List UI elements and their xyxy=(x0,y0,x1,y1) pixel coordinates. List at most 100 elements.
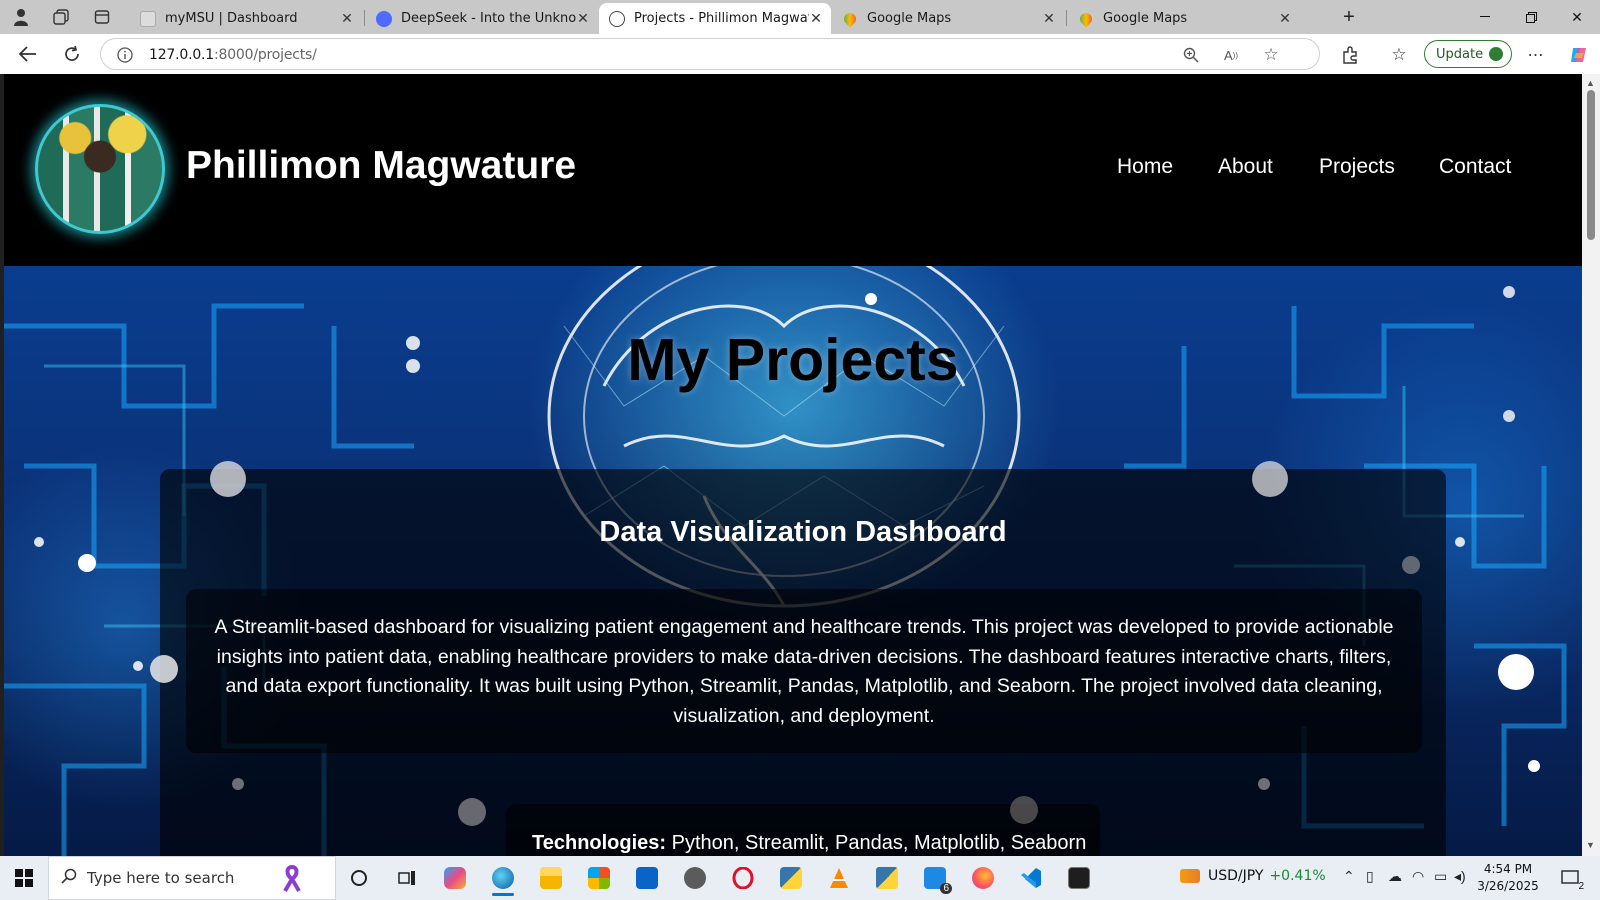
phone-link-icon[interactable]: ▯ xyxy=(1366,868,1374,885)
project-description: A Streamlit-based dashboard for visualiz… xyxy=(214,616,1394,727)
refresh-icon[interactable] xyxy=(58,42,86,66)
project-card: Data Visualization Dashboard A Streamlit… xyxy=(160,469,1446,856)
profile-icon[interactable] xyxy=(10,6,32,28)
tab-title: DeepSeek - Into the Unknown xyxy=(401,11,576,26)
clock-date: 3/26/2025 xyxy=(1477,879,1539,893)
vlc-icon[interactable] xyxy=(822,862,856,894)
technologies-value: Python, Streamlit, Pandas, Matplotlib, S… xyxy=(666,832,1087,854)
nav-link-projects[interactable]: Projects xyxy=(1319,155,1395,179)
mail-app-icon[interactable]: 6 xyxy=(918,862,952,894)
tab-mymsu[interactable]: myMSU | Dashboard ✕ xyxy=(130,3,362,34)
notification-count: 2 xyxy=(1578,881,1584,892)
system-clock[interactable]: 4:54 PM 3/26/2025 xyxy=(1472,861,1544,895)
battery-icon[interactable]: ▭ xyxy=(1434,868,1447,885)
favorite-star-icon[interactable]: ☆ xyxy=(1261,45,1281,65)
tab-projects[interactable]: Projects - Phillimon Magwature ✕ xyxy=(599,3,831,34)
nav-link-contact[interactable]: Contact xyxy=(1439,155,1511,179)
taskbar-search-input[interactable]: Type here to search xyxy=(48,856,336,900)
close-tab-icon[interactable]: ✕ xyxy=(809,11,823,27)
file-explorer-icon[interactable] xyxy=(534,862,568,894)
clock-time: 4:54 PM xyxy=(1483,862,1533,876)
technologies-label: Technologies: xyxy=(532,832,667,854)
tab-google-maps-1[interactable]: Google Maps ✕ xyxy=(832,3,1064,34)
microsoft-store-icon[interactable] xyxy=(582,862,616,894)
volume-icon[interactable]: ◂) xyxy=(1454,868,1466,885)
project-title: Data Visualization Dashboard xyxy=(599,516,1007,548)
task-view-icon[interactable] xyxy=(390,862,424,894)
tab-separator xyxy=(1066,10,1067,26)
site-header: Phillimon Magwature Home About Projects … xyxy=(4,74,1582,266)
edge-browser-icon[interactable] xyxy=(486,862,520,896)
nav-link-home[interactable]: Home xyxy=(1117,155,1173,179)
page-viewport: Phillimon Magwature Home About Projects … xyxy=(4,74,1582,856)
tab-deepseek[interactable]: DeepSeek - Into the Unknown ✕ xyxy=(366,3,598,34)
site-name[interactable]: Phillimon Magwature xyxy=(186,144,576,188)
technologies-line: Technologies: Python, Streamlit, Pandas,… xyxy=(532,832,1086,855)
python-docs-icon[interactable] xyxy=(870,862,904,894)
profile-avatar xyxy=(35,104,165,234)
site-info-icon[interactable] xyxy=(115,45,135,65)
search-icon xyxy=(61,868,77,889)
new-tab-plus-icon[interactable]: + xyxy=(1338,6,1360,28)
favorites-icon[interactable]: ☆ xyxy=(1388,44,1410,66)
stock-ticker[interactable]: USD/JPY +0.41% xyxy=(1180,868,1326,884)
scroll-down-arrow-icon[interactable]: ▼ xyxy=(1586,840,1595,850)
deepseek-favicon-icon xyxy=(376,10,392,27)
scroll-up-arrow-icon[interactable]: ▲ xyxy=(1586,78,1595,88)
page-title: My Projects xyxy=(627,327,959,393)
outlook-icon[interactable] xyxy=(630,862,664,894)
notification-center-icon[interactable]: 2 xyxy=(1558,866,1584,892)
decorative-bubble xyxy=(1252,461,1288,497)
close-window-icon[interactable]: ✕ xyxy=(1554,0,1600,34)
page-scrollbar[interactable]: ▲ ▼ xyxy=(1582,74,1600,856)
close-tab-icon[interactable]: ✕ xyxy=(1278,11,1292,27)
extensions-icon[interactable] xyxy=(1339,44,1361,66)
maps-pin-icon xyxy=(1077,10,1095,27)
ticker-change: +0.41% xyxy=(1269,868,1326,884)
windows-start-icon[interactable] xyxy=(0,856,48,900)
onedrive-cloud-icon[interactable]: ☁ xyxy=(1388,868,1402,885)
python-icon[interactable] xyxy=(774,862,808,894)
zoom-icon[interactable] xyxy=(1181,45,1201,65)
wifi-icon[interactable]: ◠ xyxy=(1412,868,1424,885)
tab-google-maps-2[interactable]: Google Maps ✕ xyxy=(1068,3,1300,34)
decorative-bubble xyxy=(1498,654,1534,690)
terminal-icon[interactable] xyxy=(1062,862,1096,894)
copilot-icon[interactable] xyxy=(1568,44,1590,66)
more-options-icon[interactable]: ⋯ xyxy=(1525,44,1547,66)
decorative-bubble xyxy=(210,461,246,497)
nav-link-about[interactable]: About xyxy=(1218,155,1273,179)
read-aloud-icon[interactable]: A)) xyxy=(1221,45,1241,65)
tab-actions-icon[interactable] xyxy=(91,6,113,28)
browser-toolbar: 127.0.0.1:8000/projects/ A)) ☆ ☆ Update … xyxy=(0,34,1600,74)
scrollbar-thumb[interactable] xyxy=(1587,90,1595,240)
tab-separator xyxy=(364,10,365,26)
close-tab-icon[interactable]: ✕ xyxy=(576,11,590,27)
address-bar[interactable]: 127.0.0.1:8000/projects/ A)) ☆ xyxy=(100,38,1320,70)
firefox-icon[interactable] xyxy=(966,862,1000,894)
close-tab-icon[interactable]: ✕ xyxy=(340,11,354,27)
url-path: :8000/projects/ xyxy=(214,47,317,63)
minimize-icon[interactable] xyxy=(1462,0,1508,34)
task-view-cortana-icon[interactable] xyxy=(342,862,376,894)
tab-title: Google Maps xyxy=(867,11,952,26)
copilot-app-icon[interactable] xyxy=(438,862,472,894)
close-tab-icon[interactable]: ✕ xyxy=(1042,11,1056,27)
opera-icon[interactable] xyxy=(726,862,760,894)
decorative-bubble xyxy=(1402,556,1420,574)
decorative-bubble xyxy=(1258,778,1270,790)
workspaces-icon[interactable] xyxy=(50,6,72,28)
settings-app-icon[interactable] xyxy=(678,862,712,894)
decorative-bubble xyxy=(1010,796,1038,824)
restore-icon[interactable] xyxy=(1508,0,1554,34)
awareness-ribbon-icon xyxy=(281,864,303,898)
decorative-bubble xyxy=(78,554,96,572)
tray-overflow-chevron-icon[interactable]: ⌃ xyxy=(1343,868,1355,885)
back-arrow-icon[interactable] xyxy=(14,42,42,66)
update-label: Update xyxy=(1436,46,1484,62)
decorative-bubble xyxy=(458,798,486,826)
url-text[interactable]: 127.0.0.1:8000/projects/ xyxy=(149,47,317,63)
browser-tab-bar: myMSU | Dashboard ✕ DeepSeek - Into the … xyxy=(0,0,1600,34)
vscode-icon[interactable] xyxy=(1014,862,1048,894)
update-button[interactable]: Update xyxy=(1424,40,1512,68)
